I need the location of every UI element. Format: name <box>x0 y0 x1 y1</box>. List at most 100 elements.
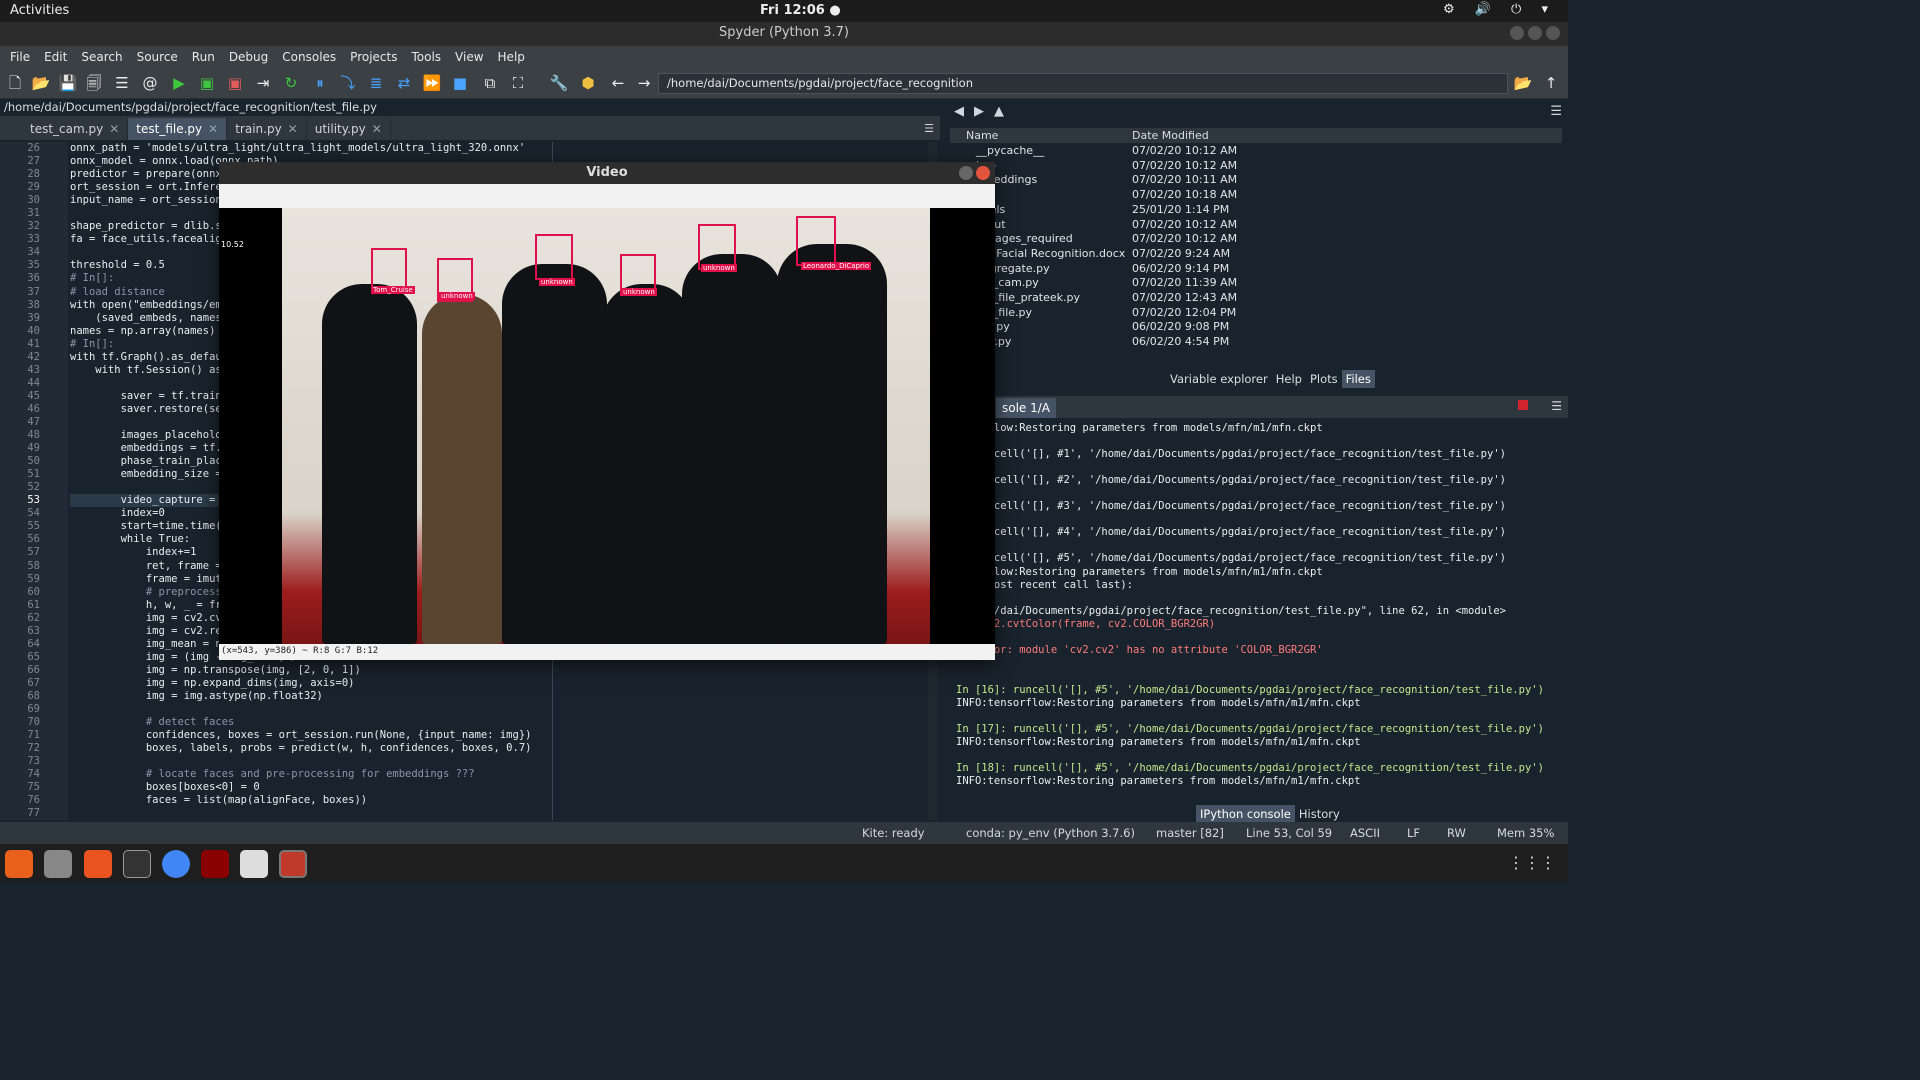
file-row[interactable]: utput07/02/20 10:12 AM <box>950 218 1562 233</box>
stop-icon[interactable]: ■ <box>449 72 471 94</box>
menu-item[interactable]: View <box>455 50 483 64</box>
pane-tab[interactable]: Files <box>1341 370 1375 388</box>
video-window-icon[interactable] <box>279 850 307 878</box>
line-number: 44 <box>27 376 40 389</box>
step-into-icon[interactable]: ≣ <box>365 72 387 94</box>
file-row[interactable]: ast Facial Recognition.docx 07/02/20 9:24… <box>950 247 1562 262</box>
date-column-header[interactable]: Date Modified <box>1132 129 1209 142</box>
window-controls[interactable] <box>1510 26 1560 40</box>
close-tab-icon[interactable]: ✕ <box>109 122 119 136</box>
clock[interactable]: Fri 12:06 ● <box>760 3 841 18</box>
activities-button[interactable]: Activities <box>10 3 69 18</box>
run-selection-icon[interactable]: ⇥ <box>252 72 274 94</box>
back-icon[interactable]: ◀ <box>954 104 964 119</box>
at-icon[interactable]: @ <box>139 72 161 94</box>
firefox-icon[interactable] <box>5 850 33 878</box>
console-options-icon[interactable]: ☰ <box>1551 399 1562 413</box>
image-viewer-icon[interactable] <box>240 850 268 878</box>
menu-item[interactable]: Debug <box>229 50 268 64</box>
wrench-icon[interactable]: 🔧 <box>548 72 570 94</box>
line-number: 43 <box>27 363 40 376</box>
close-tab-icon[interactable]: ✕ <box>288 122 298 136</box>
pane-tab[interactable]: Plots <box>1306 370 1342 388</box>
terminal-icon[interactable] <box>123 850 151 878</box>
step-icon[interactable]: ⤵ <box>337 72 359 94</box>
menu-item[interactable]: Help <box>498 50 525 64</box>
maximize-pane-icon[interactable]: ⧉ <box>479 72 501 94</box>
up-icon[interactable]: ▲ <box>994 104 1004 119</box>
step-return-icon[interactable]: ⇄ <box>393 72 415 94</box>
file-row[interactable]: kup07/02/20 10:12 AM <box>950 159 1562 174</box>
name-column-header[interactable]: Name <box>966 129 998 142</box>
working-directory-input[interactable]: /home/dai/Documents/pgdai/project/face_r… <box>658 73 1508 94</box>
python-path-icon[interactable]: ⬢ <box>577 72 599 94</box>
menu-item[interactable]: File <box>10 50 30 64</box>
close-tab-icon[interactable]: ✕ <box>208 122 218 136</box>
software-center-icon[interactable] <box>84 850 112 878</box>
menu-item[interactable]: Edit <box>44 50 67 64</box>
menu-item[interactable]: Consoles <box>282 50 336 64</box>
open-file-icon[interactable]: 📂 <box>30 72 52 94</box>
console-line: INFO:tensorflow:Restoring parameters fro… <box>956 736 1361 748</box>
video-close-button[interactable] <box>976 166 990 180</box>
menu-item[interactable]: Run <box>192 50 215 64</box>
rerun-icon[interactable]: ↻ <box>280 72 302 94</box>
pane-tab[interactable]: Help <box>1272 370 1306 388</box>
pane-tab[interactable]: Variable explorer <box>1166 370 1272 388</box>
debug-icon[interactable]: ⏸ <box>309 72 331 94</box>
file-row[interactable]: odels25/01/20 1:14 PM <box>950 203 1562 218</box>
interrupt-kernel-icon[interactable] <box>1518 400 1528 410</box>
file-row[interactable]: est_file_prateek.py 07/02/20 12:43 AM <box>950 291 1562 306</box>
console-tab[interactable]: sole 1/A <box>996 398 1057 418</box>
file-row[interactable]: ain.py06/02/20 9:08 PM <box>950 320 1562 335</box>
video-minimize-button[interactable] <box>959 166 973 180</box>
tab-options-icon[interactable]: ☰ <box>924 122 934 135</box>
file-row[interactable]: est_file.py 07/02/20 12:04 PM <box>950 306 1562 321</box>
menu-item[interactable]: Tools <box>411 50 441 64</box>
video-window[interactable]: Video 10.52 Tom_Cruise unknown unknown u… <box>219 162 995 660</box>
editor-tab[interactable]: train.py ✕ <box>227 118 307 140</box>
menu-item[interactable]: Projects <box>350 50 397 64</box>
list-icon[interactable]: ☰ <box>111 72 133 94</box>
fullscreen-icon[interactable]: ⛶ <box>507 72 529 94</box>
spyder-icon[interactable] <box>201 850 229 878</box>
parent-dir-icon[interactable]: ↑ <box>1540 72 1562 94</box>
menu-item[interactable]: Source <box>137 50 178 64</box>
files-app-icon[interactable] <box>44 850 72 878</box>
file-row[interactable]: mbeddings 07/02/20 10:11 AM <box>950 173 1562 188</box>
forward-icon[interactable]: ▶ <box>974 104 984 119</box>
run-cell-icon[interactable]: ▣ <box>196 72 218 94</box>
close-button[interactable] <box>1546 26 1560 40</box>
console-tab-bar: sole 1/A ☰ <box>946 396 1568 418</box>
console-bottom-tab[interactable]: IPython console <box>1196 805 1295 823</box>
chrome-icon[interactable] <box>162 850 190 878</box>
browse-folder-icon[interactable]: 📂 <box>1512 72 1534 94</box>
file-row[interactable]: ces07/02/20 10:18 AM <box>950 188 1562 203</box>
file-row[interactable]: ackages_required 07/02/20 10:12 AM <box>950 232 1562 247</box>
editor-tab[interactable]: test_file.py ✕ <box>128 118 228 140</box>
system-tray[interactable]: ⚙ 🔊 ⏻ ▾ <box>1443 2 1556 17</box>
video-titlebar[interactable]: Video <box>219 162 995 184</box>
back-arrow-icon[interactable]: ← <box>607 72 629 94</box>
menu-item[interactable]: Search <box>81 50 122 64</box>
maximize-button[interactable] <box>1528 26 1542 40</box>
file-row[interactable]: est_cam.py 07/02/20 11:39 AM <box>950 276 1562 291</box>
file-row[interactable]: eggregate.py 06/02/20 9:14 PM <box>950 262 1562 277</box>
editor-tab[interactable]: test_cam.py ✕ <box>22 118 129 140</box>
run-icon[interactable]: ▶ <box>168 72 190 94</box>
console-bottom-tab[interactable]: History <box>1295 805 1344 823</box>
continue-icon[interactable]: ⏩ <box>421 72 443 94</box>
ipython-console[interactable]: sole 1/A ☰ ensorflow:Restoring parameter… <box>946 396 1568 800</box>
app-grid-icon[interactable]: ⋮⋮⋮ <box>1508 853 1556 872</box>
minimize-button[interactable] <box>1510 26 1524 40</box>
file-row[interactable]: __pycache__ 07/02/20 10:12 AM <box>950 144 1562 159</box>
editor-tab[interactable]: utility.py ✕ <box>307 118 391 140</box>
close-tab-icon[interactable]: ✕ <box>372 122 382 136</box>
new-file-icon[interactable]: 🗋 <box>4 72 26 94</box>
save-all-icon[interactable]: 🗐 <box>83 72 105 94</box>
run-cell-advance-icon[interactable]: ▣ <box>224 72 246 94</box>
options-menu-icon[interactable]: ☰ <box>1550 104 1562 119</box>
save-icon[interactable]: 💾 <box>57 72 79 94</box>
forward-arrow-icon[interactable]: → <box>633 72 655 94</box>
file-row[interactable]: ility.py06/02/20 4:54 PM <box>950 335 1562 350</box>
